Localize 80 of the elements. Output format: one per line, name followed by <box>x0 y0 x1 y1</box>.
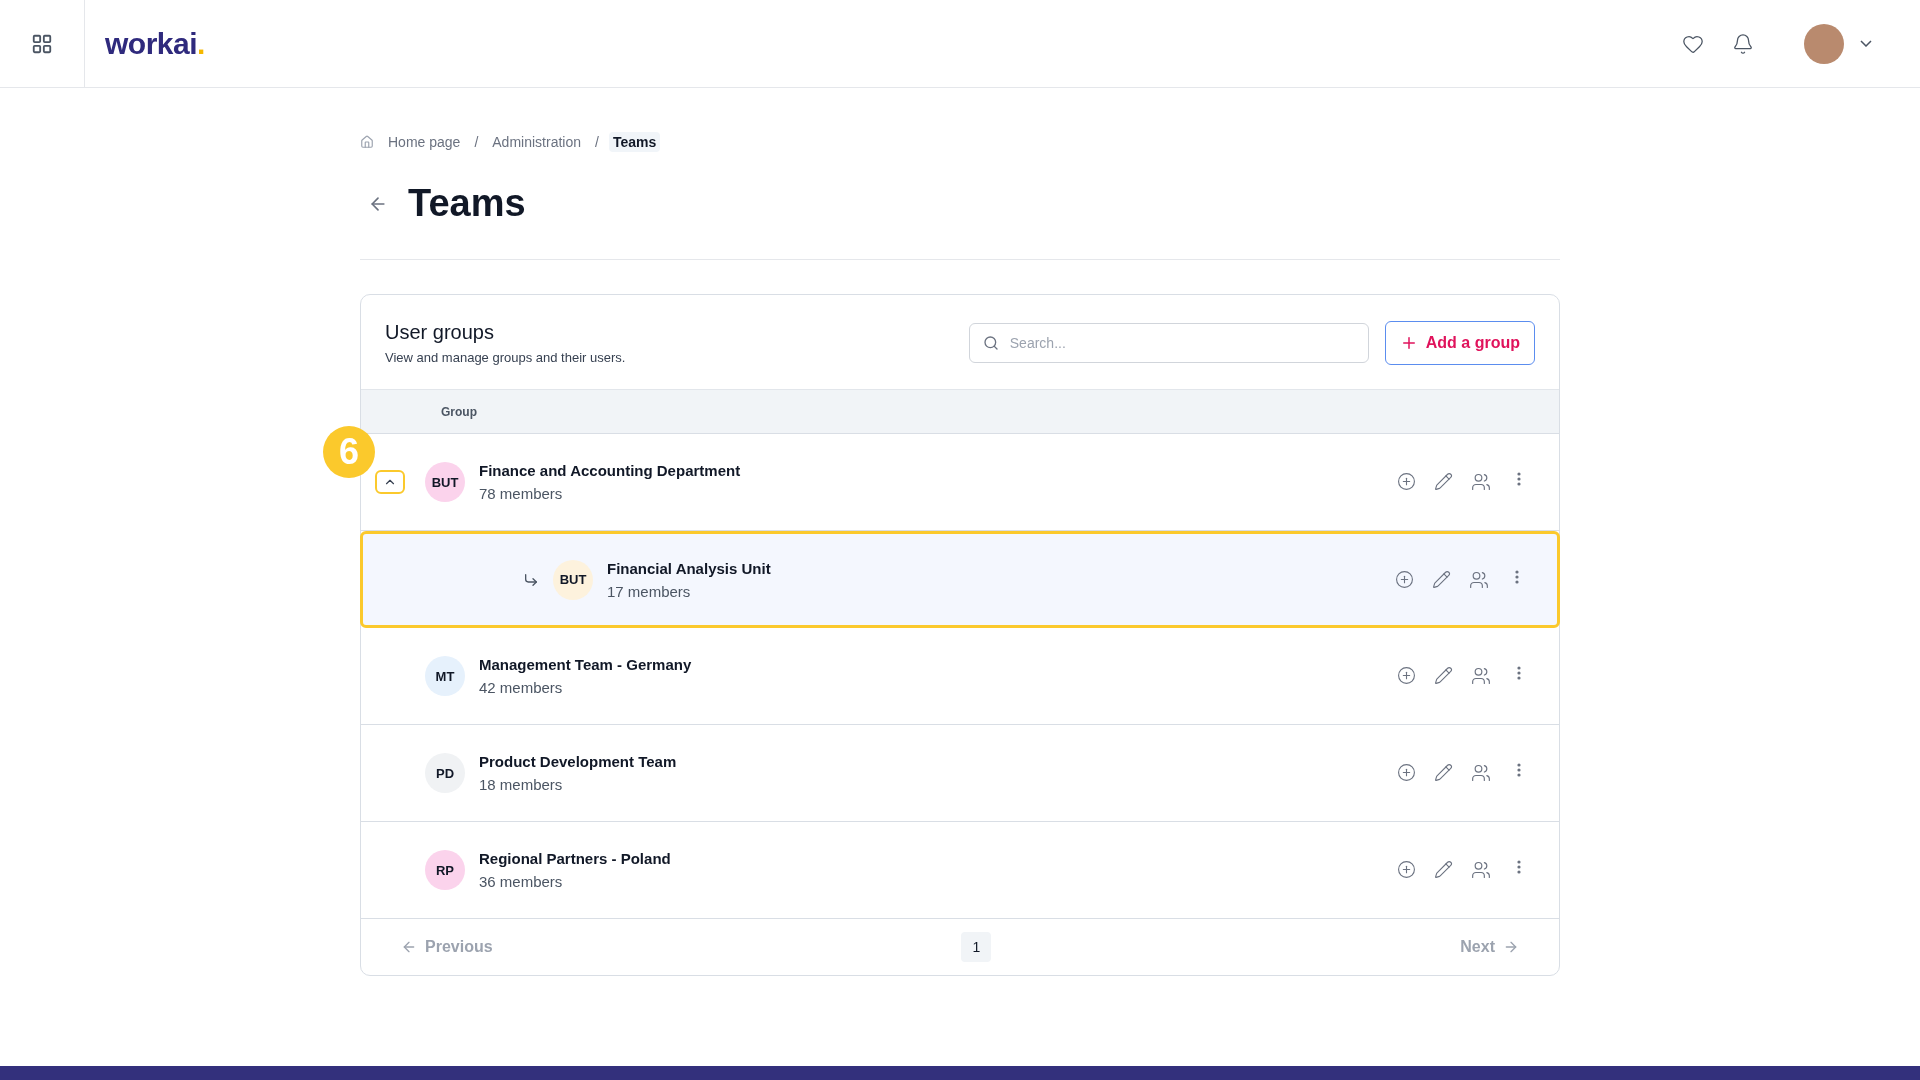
breadcrumb-link[interactable]: Teams <box>608 132 661 152</box>
edit-icon <box>1434 763 1453 782</box>
more-icon <box>1517 666 1521 680</box>
edit-icon <box>1432 569 1451 589</box>
highlighted-group-row[interactable]: BUT Financial Analysis Unit 17 members <box>360 531 1560 628</box>
member-count: 78 members <box>479 485 564 502</box>
add-group-button[interactable]: Add a group <box>1384 321 1535 365</box>
page-button[interactable]: 1 <box>961 932 992 962</box>
members-button[interactable] <box>1471 763 1491 783</box>
edit-button[interactable] <box>1434 472 1453 492</box>
group-name: Product Development Team <box>479 753 677 770</box>
card-subtitle: View and manage groups and their users. <box>385 350 626 365</box>
step-number-badge: 6 <box>323 426 375 478</box>
arrow-right-icon <box>1503 939 1519 955</box>
edit-button[interactable] <box>1432 569 1451 590</box>
breadcrumb-separator: / <box>595 134 599 150</box>
member-count: 18 members <box>479 776 564 793</box>
expand-toggle[interactable] <box>375 470 405 494</box>
group-avatar: MT <box>425 656 465 696</box>
edit-icon <box>1434 472 1453 491</box>
group-name: Financial Analysis Unit <box>607 559 771 577</box>
users-icon <box>1471 763 1491 783</box>
member-count: 42 members <box>479 679 564 696</box>
users-icon <box>1471 860 1491 880</box>
arrow-left-icon <box>401 939 417 955</box>
add-icon <box>1397 860 1416 879</box>
account-menu-button[interactable] <box>1860 40 1872 47</box>
add-icon <box>1397 763 1416 782</box>
edit-button[interactable] <box>1434 666 1453 686</box>
users-icon <box>1469 569 1489 590</box>
group-name: Management Team - Germany <box>479 656 692 673</box>
add-icon <box>1395 569 1414 589</box>
users-icon <box>1471 472 1491 492</box>
add-member-button[interactable] <box>1397 860 1416 880</box>
add-member-button[interactable] <box>1397 763 1416 783</box>
search-field[interactable]: Search... <box>968 323 1369 363</box>
group-row[interactable]: PD Product Development Team 18 members <box>361 725 1559 822</box>
column-header: Group <box>441 404 477 419</box>
card-title: User groups <box>385 321 495 344</box>
add-member-button[interactable] <box>1397 472 1416 492</box>
group-row[interactable]: RP Regional Partners - Poland 36 members <box>361 822 1559 919</box>
breadcrumb-separator: / <box>474 134 479 150</box>
members-button[interactable] <box>1471 860 1491 880</box>
members-button[interactable] <box>1471 666 1491 686</box>
add-member-button[interactable] <box>1395 569 1414 590</box>
bell-icon <box>1732 32 1754 55</box>
member-count: 36 members <box>479 873 564 890</box>
edit-button[interactable] <box>1434 763 1453 783</box>
add-icon <box>1397 472 1416 491</box>
group-name: Regional Partners - Poland <box>479 850 671 867</box>
group-name: Finance and Accounting Department <box>479 462 741 479</box>
notifications-button[interactable] <box>1732 32 1754 55</box>
more-icon <box>1517 472 1521 486</box>
users-icon <box>1471 666 1491 686</box>
chevron-down-icon <box>1860 40 1872 47</box>
more-icon <box>1517 860 1521 874</box>
home-icon <box>360 135 374 149</box>
member-count: 17 members <box>607 582 692 600</box>
edit-icon <box>1434 860 1453 879</box>
subgroup-arrow-icon <box>523 571 539 588</box>
more-icon <box>1517 763 1521 777</box>
group-avatar: PD <box>425 753 465 793</box>
breadcrumb-link[interactable]: Home page <box>384 132 465 152</box>
breadcrumb-link[interactable]: Administration <box>488 132 585 152</box>
apps-grid-icon <box>31 32 53 55</box>
page-title: Teams <box>408 182 526 225</box>
search-icon <box>982 335 999 351</box>
user-avatar[interactable] <box>1804 23 1844 64</box>
edit-button[interactable] <box>1434 860 1453 880</box>
edit-icon <box>1434 666 1453 685</box>
logo[interactable]: workai. <box>105 26 205 61</box>
group-avatar: RP <box>425 850 465 890</box>
group-avatar: BUT <box>553 559 593 600</box>
more-icon <box>1515 569 1519 584</box>
group-row[interactable]: MT Management Team - Germany 42 members <box>361 628 1559 725</box>
members-button[interactable] <box>1471 472 1491 492</box>
members-button[interactable] <box>1469 569 1489 590</box>
add-icon <box>1397 666 1416 685</box>
group-avatar: BUT <box>425 462 465 502</box>
add-member-button[interactable] <box>1397 666 1416 686</box>
